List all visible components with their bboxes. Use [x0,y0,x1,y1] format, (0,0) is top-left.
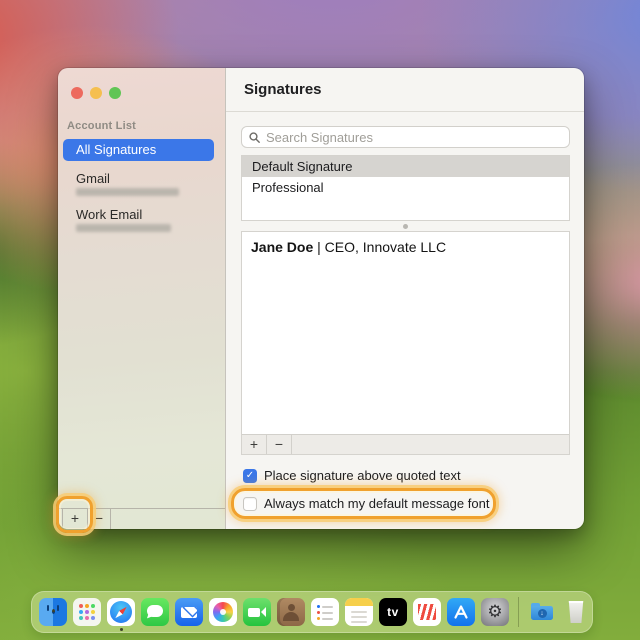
dock-trash-icon[interactable] [562,598,590,626]
dock: tv ⚙ [31,591,593,633]
dock-apple-tv-icon[interactable]: tv [379,598,407,626]
work-redacted-email [76,224,171,232]
dock-divider [518,597,519,627]
sidebar-add-button[interactable]: + [62,509,88,529]
signature-name: Jane Doe [251,239,314,255]
dock-notes-icon[interactable] [345,598,373,626]
traffic-lights [71,87,121,99]
signature-rest: | CEO, Innovate LLC [313,239,447,255]
dock-photos-icon[interactable] [209,598,237,626]
dock-mail-icon[interactable] [175,598,203,626]
signature-row-professional[interactable]: Professional [242,177,569,198]
dock-messages-icon[interactable] [141,598,169,626]
sidebar-remove-button[interactable]: − [88,509,111,529]
close-button[interactable] [71,87,83,99]
place-signature-label: Place signature above quoted text [264,468,461,483]
dock-news-icon[interactable] [413,598,441,626]
add-signature-button[interactable]: + [242,435,267,454]
zoom-button[interactable] [109,87,121,99]
signature-row-default[interactable]: Default Signature [242,156,569,177]
minimize-button[interactable] [90,87,102,99]
desktop: { "window": { "title": "Signatures", "tr… [0,0,640,640]
place-signature-checkbox[interactable] [243,468,257,483]
panel-header: Signatures [226,68,584,112]
dock-safari-icon[interactable] [107,598,135,631]
signature-list: Default Signature Professional [241,155,570,221]
sidebar-item-gmail[interactable]: Gmail [76,171,110,186]
dock-app-store-icon[interactable] [447,598,475,626]
dock-downloads-folder-icon[interactable] [528,598,556,626]
sidebar-footer: + − [58,508,225,529]
dock-launchpad-icon[interactable] [73,598,101,626]
search-input[interactable] [266,129,562,145]
search-field[interactable] [241,126,570,148]
sidebar-item-work-email[interactable]: Work Email [76,207,142,222]
gmail-redacted-email [76,188,179,196]
dock-system-settings-icon[interactable]: ⚙ [481,598,509,626]
signatures-settings-window: Account List All Signatures Gmail Work E… [58,68,584,529]
list-resize-handle[interactable] [403,224,408,229]
page-title: Signatures [244,81,322,98]
dock-contacts-icon[interactable] [277,598,305,626]
signature-editor[interactable]: Jane Doe | CEO, Innovate LLC + − [241,231,570,455]
place-signature-checkbox-row[interactable]: Place signature above quoted text [243,468,461,483]
always-match-font-label: Always match my default message font [264,496,490,511]
signature-text: Jane Doe | CEO, Innovate LLC [242,232,569,262]
sidebar: Account List All Signatures Gmail Work E… [58,68,225,529]
sidebar-item-all-signatures[interactable]: All Signatures [63,139,214,161]
editor-toolbar: + − [242,434,569,454]
dock-finder-icon[interactable] [39,598,67,626]
remove-signature-button[interactable]: − [267,435,292,454]
dock-reminders-icon[interactable] [311,598,339,626]
always-match-font-checkbox-row[interactable]: Always match my default message font [243,496,489,511]
signatures-panel: Signatures Default Signature Professiona… [225,68,584,529]
account-list-header: Account List [67,120,137,132]
dock-facetime-icon[interactable] [243,598,271,626]
search-icon [249,131,260,143]
always-match-font-checkbox[interactable] [243,496,257,511]
